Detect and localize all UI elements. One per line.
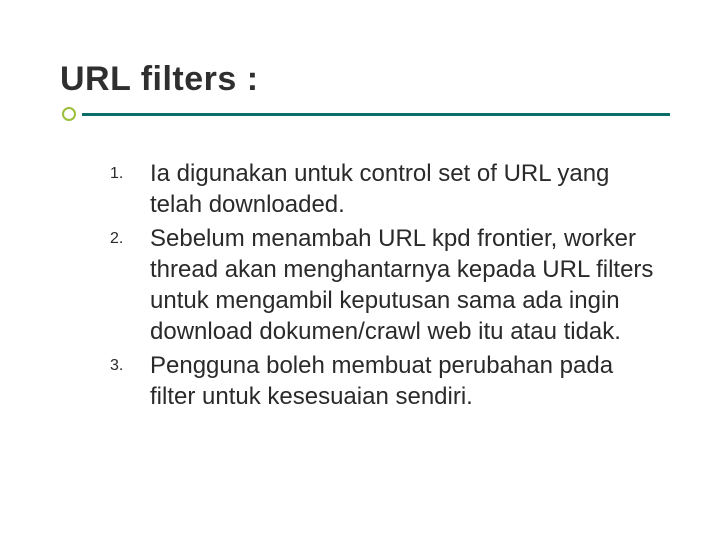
numbered-list: 1. Ia digunakan untuk control set of URL… (60, 159, 670, 413)
title-underline (60, 107, 670, 121)
slide-title: URL filters : (60, 60, 259, 99)
list-item-number: 3. (110, 351, 150, 375)
list-item-text: Sebelum menambah URL kpd frontier, worke… (150, 224, 660, 347)
list-item-number: 2. (110, 224, 150, 248)
slide: URL filters : 1. Ia digunakan untuk cont… (0, 0, 720, 540)
list-item-number: 1. (110, 159, 150, 183)
title-row: URL filters : (60, 60, 670, 99)
underline-bar (82, 113, 670, 116)
circle-icon (62, 107, 76, 121)
list-item: 1. Ia digunakan untuk control set of URL… (110, 159, 660, 220)
list-item-text: Ia digunakan untuk control set of URL ya… (150, 159, 660, 220)
list-item: 2. Sebelum menambah URL kpd frontier, wo… (110, 224, 660, 347)
list-item-text: Pengguna boleh membuat perubahan pada fi… (150, 351, 660, 412)
list-item: 3. Pengguna boleh membuat perubahan pada… (110, 351, 660, 412)
